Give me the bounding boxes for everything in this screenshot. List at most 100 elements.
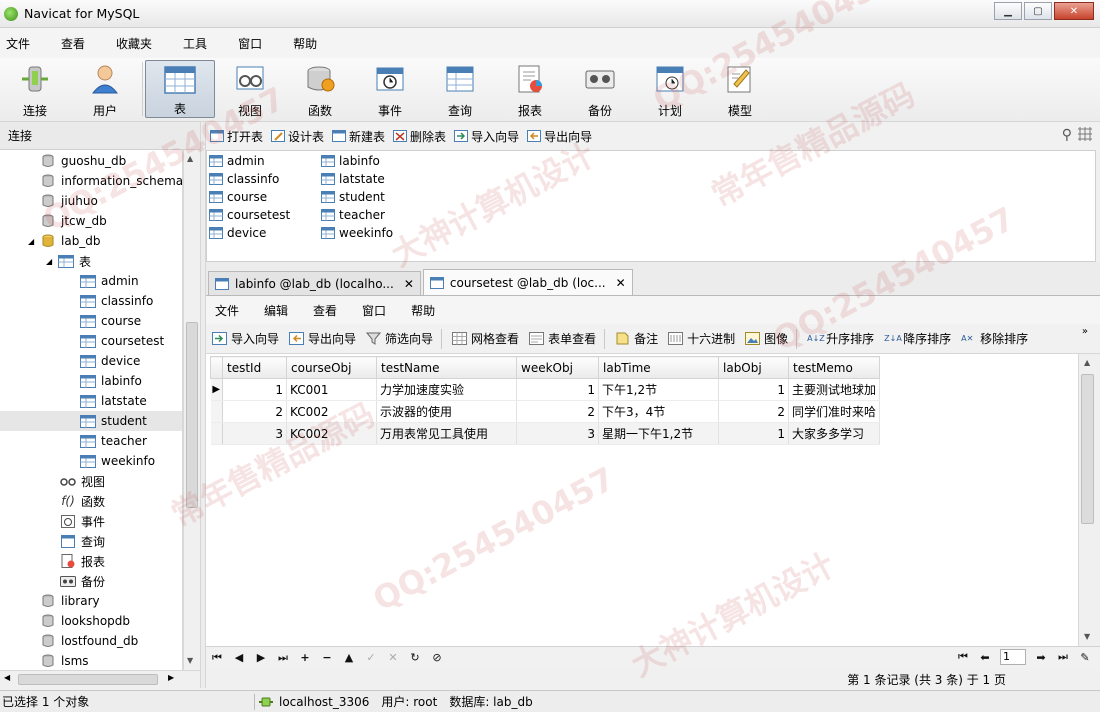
column-header-weekobj[interactable]: weekObj [516, 356, 599, 379]
data-export-wizard-button[interactable]: 导出向导 [289, 330, 356, 347]
table-cell[interactable]: 2 [516, 400, 599, 423]
object-item-coursetest[interactable]: coursetest [209, 206, 290, 224]
menu-file[interactable]: 文件 [0, 35, 43, 52]
tree-item-classinfo[interactable]: classinfo [80, 291, 153, 311]
menu-favorites[interactable]: 收藏夹 [110, 35, 165, 52]
search-icon[interactable]: ⚲ [1062, 127, 1072, 143]
first-record-icon[interactable]: ⏮ [206, 651, 228, 665]
sort-ascending-button[interactable]: A↓Z 升序排序 [807, 330, 874, 347]
column-header-testid[interactable]: testId [222, 356, 287, 379]
scroll-left-icon[interactable]: ◀ [4, 673, 10, 682]
column-header-labobj[interactable]: labObj [718, 356, 789, 379]
tree-item-weekinfo[interactable]: weekinfo [80, 451, 155, 471]
add-record-icon[interactable]: + [294, 651, 316, 664]
table-row[interactable]: 3 KC002 万用表常见工具使用 3 星期一下午1,2节 1 大家多多学习 [210, 422, 881, 445]
table-row[interactable]: 2 KC002 示波器的使用 2 下午3，4节 2 同学们准时来哈 [210, 400, 881, 423]
table-cell[interactable]: 万用表常见工具使用 [376, 422, 517, 445]
tab-labinfo[interactable]: labinfo @lab_db (localho... ✕ [208, 271, 421, 295]
tree-item-lookshopdb[interactable]: lookshopdb [40, 611, 130, 631]
export-wizard-button[interactable]: 导出向导 [527, 128, 592, 145]
toolbar-schedule-button[interactable]: 计划 [635, 58, 705, 120]
toolbar-query-button[interactable]: 查询 [425, 58, 495, 120]
table-cell[interactable]: KC002 [286, 422, 377, 445]
column-header-courseobj[interactable]: courseObj [286, 356, 377, 379]
tree-item-coursetest[interactable]: coursetest [80, 331, 164, 351]
tree-item-events[interactable]: 事件 [60, 511, 105, 531]
tree-item-reports[interactable]: 报表 [60, 551, 105, 571]
tree-item-queries[interactable]: 查询 [60, 531, 105, 551]
table-cell[interactable]: 同学们准时来哈 [788, 400, 881, 423]
toolbar-event-button[interactable]: 事件 [355, 58, 425, 120]
inner-menu-view[interactable]: 查看 [313, 302, 337, 319]
tree-item-lostfound-db[interactable]: lostfound_db [40, 631, 138, 651]
table-cell[interactable]: 星期一下午1,2节 [598, 422, 719, 445]
table-cell[interactable]: 大家多多学习 [788, 422, 881, 445]
page-number-input[interactable]: 1 [1000, 649, 1026, 665]
menu-tools[interactable]: 工具 [177, 35, 220, 52]
table-cell[interactable]: 下午1,2节 [598, 378, 719, 401]
table-cell[interactable]: 3 [516, 422, 599, 445]
table-cell[interactable]: 2 [718, 400, 789, 423]
last-page-icon[interactable]: ⏭ [1052, 650, 1074, 664]
toolbar-model-button[interactable]: 模型 [705, 58, 775, 120]
object-item-labinfo[interactable]: labinfo [321, 152, 380, 170]
inner-menu-file[interactable]: 文件 [215, 302, 239, 319]
design-table-button[interactable]: 设计表 [271, 128, 324, 145]
refresh-icon[interactable]: ↻ [404, 651, 426, 664]
edit-record-icon[interactable]: ▲ [338, 651, 360, 664]
column-header-labtime[interactable]: labTime [598, 356, 719, 379]
object-item-device[interactable]: device [209, 224, 266, 242]
table-cell[interactable]: 下午3，4节 [598, 400, 719, 423]
tree-vertical-scrollbar[interactable]: ▲ ▼ [183, 150, 200, 670]
tree-item-teacher[interactable]: teacher [80, 431, 147, 451]
grid-scroll-thumb[interactable] [1081, 374, 1094, 524]
hex-button[interactable]: 十六进制 [668, 330, 735, 347]
toolbar-view-button[interactable]: 视图 [215, 58, 285, 120]
form-view-button[interactable]: 表单查看 [529, 330, 596, 347]
tree-item-functions[interactable]: f() 函数 [60, 491, 105, 511]
stop-icon[interactable]: ⊘ [426, 651, 448, 664]
close-tab-icon[interactable]: ✕ [616, 276, 626, 290]
row-header[interactable] [210, 400, 223, 423]
open-table-button[interactable]: 打开表 [210, 128, 263, 145]
table-cell[interactable]: 示波器的使用 [376, 400, 517, 423]
object-item-course[interactable]: course [209, 188, 267, 206]
tree-horizontal-scrollbar[interactable]: ◀ ▶ [0, 670, 200, 688]
remove-sort-button[interactable]: A✕ 移除排序 [961, 330, 1028, 347]
tree-item-admin[interactable]: admin [80, 271, 139, 291]
close-button[interactable]: ✕ [1054, 2, 1094, 20]
tree-item-views[interactable]: 视图 [60, 471, 105, 491]
object-item-latstate[interactable]: latstate [321, 170, 385, 188]
current-row-indicator-icon[interactable]: ▶ [210, 378, 223, 401]
table-cell[interactable]: KC002 [286, 400, 377, 423]
next-page-icon[interactable]: ➡ [1030, 651, 1052, 664]
delete-record-icon[interactable]: − [316, 651, 338, 664]
column-header-testmemo[interactable]: testMemo [787, 356, 881, 379]
table-cell[interactable]: 3 [222, 422, 287, 445]
grid-view-button[interactable]: 网格查看 [452, 330, 519, 347]
inner-menu-window[interactable]: 窗口 [362, 302, 386, 319]
toolbar-user-button[interactable]: 用户 [70, 58, 140, 120]
inner-menu-edit[interactable]: 编辑 [264, 302, 288, 319]
apply-changes-icon[interactable]: ✓ [360, 651, 382, 664]
table-row[interactable]: ▶ 1 KC001 力学加速度实验 1 下午1,2节 1 主要测试地球加 [210, 378, 881, 401]
object-item-classinfo[interactable]: classinfo [209, 170, 279, 188]
minimize-button[interactable]: ▁ [994, 2, 1022, 20]
tree-item-device[interactable]: device [80, 351, 140, 371]
sort-descending-button[interactable]: Z↓A 降序排序 [884, 330, 951, 347]
table-cell[interactable]: 1 [718, 378, 789, 401]
tree-item-lsms[interactable]: lsms [40, 651, 89, 670]
new-table-button[interactable]: 新建表 [332, 128, 385, 145]
memo-button[interactable]: 备注 [615, 330, 658, 347]
tree-item-student[interactable]: student [0, 411, 182, 431]
table-cell[interactable]: 力学加速度实验 [376, 378, 517, 401]
toolbar-report-button[interactable]: 报表 [495, 58, 565, 120]
tab-coursetest[interactable]: coursetest @lab_db (loc... ✕ [422, 269, 633, 295]
tree-item-jiuhuo[interactable]: jiuhuo [40, 191, 98, 211]
tree-item-labinfo[interactable]: labinfo [80, 371, 142, 391]
toolbar-function-button[interactable]: 函数 [285, 58, 355, 120]
toolbar-connection-button[interactable]: 连接 [0, 58, 70, 120]
object-item-teacher[interactable]: teacher [321, 206, 385, 224]
scroll-up-icon[interactable]: ▲ [187, 154, 193, 163]
object-item-admin[interactable]: admin [209, 152, 265, 170]
